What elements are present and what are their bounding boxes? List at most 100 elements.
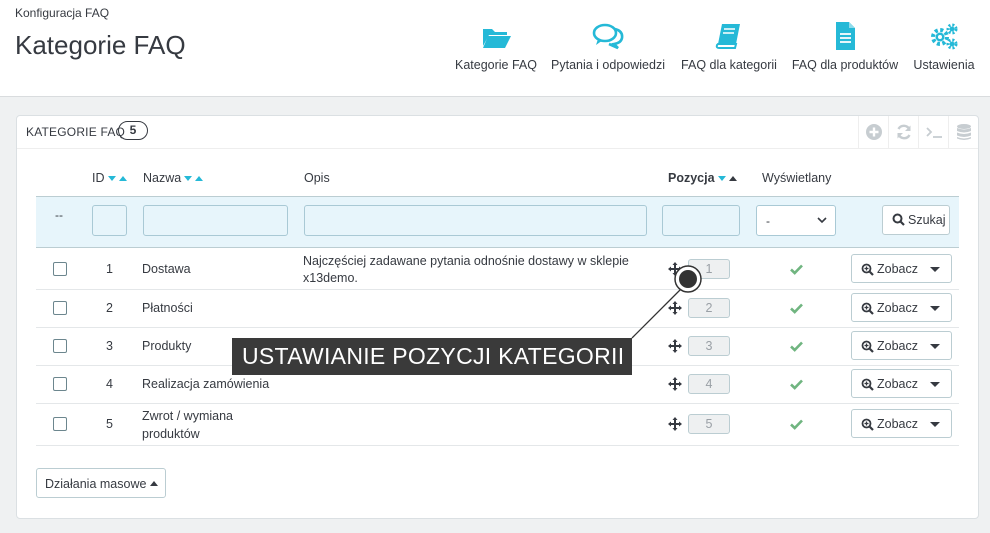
column-header-id[interactable]: ID bbox=[92, 171, 127, 185]
row-id: 5 bbox=[106, 417, 113, 431]
row-checkbox[interactable] bbox=[53, 262, 67, 276]
check-icon[interactable] bbox=[790, 303, 803, 314]
column-header-position[interactable]: Pozycja bbox=[668, 171, 737, 185]
row-id: 4 bbox=[106, 377, 113, 391]
view-button[interactable]: Zobacz bbox=[851, 293, 952, 322]
database-icon bbox=[957, 124, 971, 140]
drag-handle-icon[interactable] bbox=[668, 377, 682, 391]
row-id: 2 bbox=[106, 301, 113, 315]
breadcrumb[interactable]: Konfiguracja FAQ bbox=[15, 6, 109, 20]
search-button[interactable]: Szukaj bbox=[882, 205, 950, 235]
position-value[interactable]: 2 bbox=[688, 298, 730, 318]
filter-name-input[interactable] bbox=[143, 205, 288, 236]
sort-asc-icon[interactable] bbox=[118, 176, 127, 182]
row-checkbox[interactable] bbox=[53, 417, 67, 431]
zoom-in-icon bbox=[861, 263, 874, 276]
check-icon[interactable] bbox=[790, 419, 803, 430]
dropdown-caret-icon[interactable] bbox=[930, 382, 940, 387]
chat-bubbles-icon bbox=[592, 23, 624, 50]
row-name: Realizacja zamówienia bbox=[142, 377, 270, 391]
check-icon[interactable] bbox=[790, 341, 803, 352]
add-button[interactable] bbox=[858, 116, 888, 149]
sort-desc-icon[interactable] bbox=[184, 176, 193, 182]
refresh-icon bbox=[897, 124, 911, 140]
dropdown-caret-icon[interactable] bbox=[930, 344, 940, 349]
document-icon bbox=[836, 22, 855, 50]
export-button[interactable] bbox=[948, 116, 978, 149]
filter-placeholder: -- bbox=[55, 208, 63, 222]
page-title: Kategorie FAQ bbox=[15, 30, 186, 60]
view-button[interactable]: Zobacz bbox=[851, 369, 952, 398]
row-checkbox[interactable] bbox=[53, 339, 67, 353]
row-description: Najczęściej zadawane pytania odnośnie do… bbox=[303, 254, 629, 285]
book-icon bbox=[715, 24, 740, 49]
sql-query-button[interactable] bbox=[918, 116, 948, 149]
sort-asc-icon[interactable] bbox=[195, 176, 204, 182]
view-button[interactable]: Zobacz bbox=[851, 331, 952, 360]
row-name: Płatności bbox=[142, 301, 193, 315]
toolbar-label: Pytania i odpowiedzi bbox=[551, 58, 665, 72]
table-row[interactable]: 5 Zwrot / wymiana produktów 5 Zobacz bbox=[36, 404, 959, 446]
filter-description-input[interactable] bbox=[304, 205, 647, 236]
panel-title: KATEGORIE FAQ bbox=[26, 125, 126, 139]
drag-handle-icon[interactable] bbox=[668, 262, 682, 276]
row-name: Zwrot / wymiana produktów bbox=[142, 409, 233, 441]
row-id: 3 bbox=[106, 339, 113, 353]
column-header-displayed: Wyświetlany bbox=[762, 171, 832, 185]
terminal-icon bbox=[926, 127, 942, 138]
row-checkbox[interactable] bbox=[53, 377, 67, 391]
filter-position-input[interactable] bbox=[662, 205, 740, 236]
row-name: Dostawa bbox=[142, 262, 191, 276]
folder-open-icon bbox=[483, 29, 511, 48]
select-value: - bbox=[766, 214, 770, 228]
table-row[interactable]: 1 Dostawa Najczęściej zadawane pytania o… bbox=[36, 249, 959, 290]
position-value[interactable]: 1 bbox=[688, 259, 730, 279]
sort-desc-icon[interactable] bbox=[717, 176, 726, 182]
page-header: Konfiguracja FAQ Kategorie FAQ Kategorie… bbox=[0, 0, 990, 97]
refresh-button[interactable] bbox=[888, 116, 918, 149]
check-icon[interactable] bbox=[790, 379, 803, 390]
zoom-in-icon bbox=[861, 302, 874, 315]
toolbar-label: FAQ dla produktów bbox=[791, 58, 899, 72]
toolbar-label: Kategorie FAQ bbox=[455, 58, 537, 72]
drag-handle-icon[interactable] bbox=[668, 339, 682, 353]
toolbar-button-settings[interactable]: Ustawienia bbox=[910, 18, 978, 78]
column-header-name[interactable]: Nazwa bbox=[143, 171, 204, 185]
gears-icon bbox=[931, 23, 958, 50]
toolbar-label: FAQ dla kategorii bbox=[681, 58, 777, 72]
view-button[interactable]: Zobacz bbox=[851, 254, 952, 283]
position-value[interactable]: 3 bbox=[688, 336, 730, 356]
toolbar-button-faq-for-products[interactable]: FAQ dla produktów bbox=[790, 18, 900, 78]
drag-handle-icon[interactable] bbox=[668, 301, 682, 315]
toolbar-button-faq-categories[interactable]: Kategorie FAQ bbox=[454, 18, 538, 78]
toolbar-button-faq-for-categories[interactable]: FAQ dla kategorii bbox=[679, 18, 779, 78]
view-button[interactable]: Zobacz bbox=[851, 409, 952, 438]
search-icon bbox=[892, 213, 905, 226]
check-icon[interactable] bbox=[790, 264, 803, 275]
dropdown-caret-icon[interactable] bbox=[930, 306, 940, 311]
sort-asc-icon[interactable] bbox=[728, 176, 737, 182]
panel-heading: KATEGORIE FAQ 5 bbox=[17, 116, 978, 149]
dropdown-caret-icon[interactable] bbox=[930, 267, 940, 272]
toolbar-label: Ustawienia bbox=[913, 58, 975, 72]
filter-displayed-select[interactable]: - bbox=[756, 205, 836, 236]
row-checkbox[interactable] bbox=[53, 301, 67, 315]
bulk-actions-button[interactable]: Działania masowe bbox=[36, 468, 166, 498]
row-name: Produkty bbox=[142, 339, 192, 353]
drag-handle-icon[interactable] bbox=[668, 417, 682, 431]
position-value[interactable]: 5 bbox=[688, 414, 730, 434]
chevron-down-icon bbox=[817, 217, 827, 224]
table-row[interactable]: 2 Płatności 2 Zobacz bbox=[36, 290, 959, 328]
position-value[interactable]: 4 bbox=[688, 374, 730, 394]
sort-desc-icon[interactable] bbox=[107, 176, 116, 182]
count-badge: 5 bbox=[118, 121, 148, 140]
toolbar-button-questions[interactable]: Pytania i odpowiedzi bbox=[548, 18, 668, 78]
dropdown-caret-icon[interactable] bbox=[930, 422, 940, 427]
row-id: 1 bbox=[106, 262, 113, 276]
column-header-description: Opis bbox=[304, 171, 330, 185]
filter-id-input[interactable] bbox=[92, 205, 127, 236]
annotation-callout: USTAWIANIE POZYCJI KATEGORII bbox=[232, 338, 632, 375]
zoom-in-icon bbox=[861, 340, 874, 353]
caret-up-icon bbox=[150, 481, 159, 486]
zoom-in-icon bbox=[861, 418, 874, 431]
